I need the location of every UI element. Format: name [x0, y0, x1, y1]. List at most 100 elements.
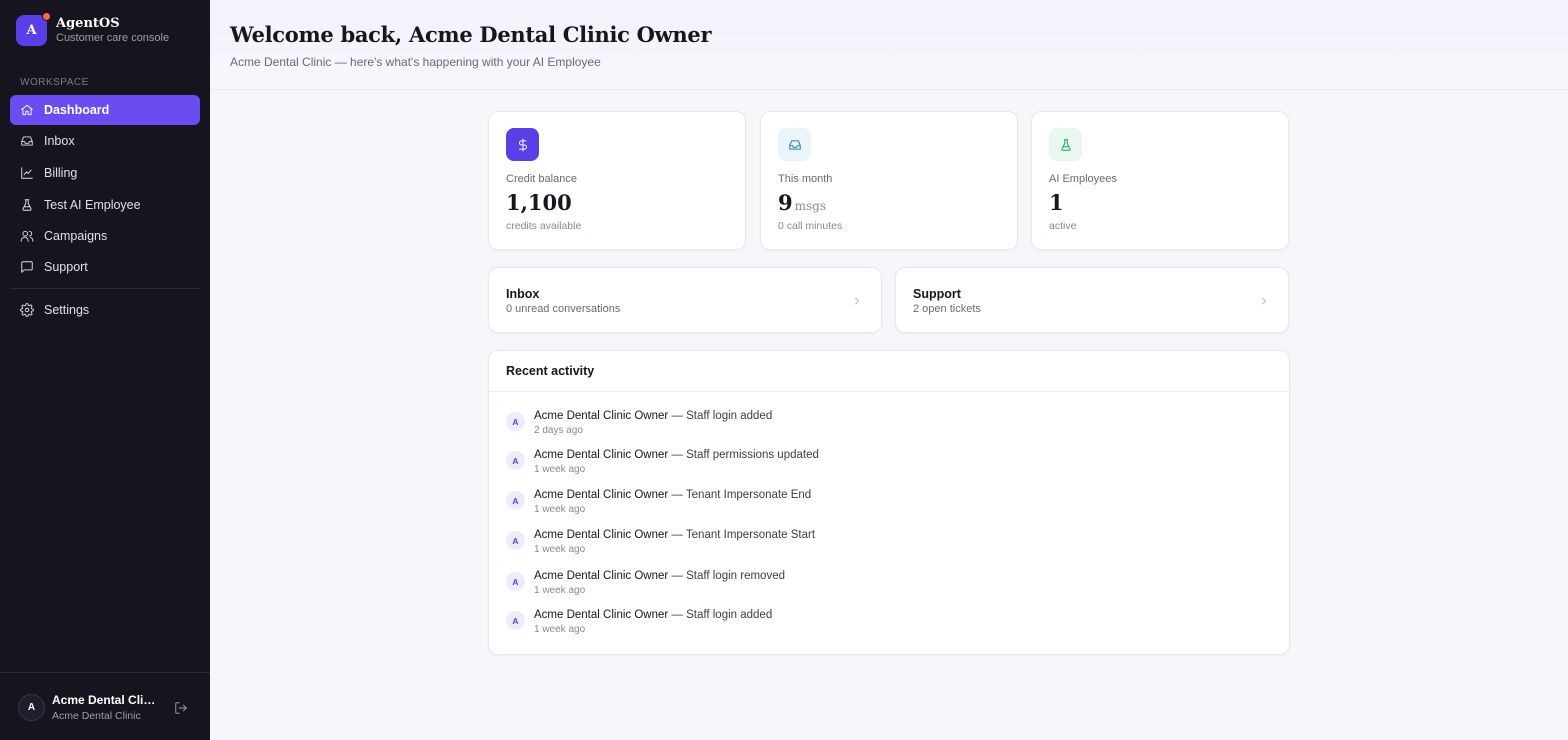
stat-label: Credit balance [506, 173, 577, 185]
stat-label: AI Employees [1049, 173, 1117, 185]
activity-action: — Staff login added [668, 609, 773, 621]
activity-avatar: A [506, 491, 525, 510]
stat-note: credits available [506, 220, 582, 232]
sidebar-item-label: Support [44, 260, 88, 274]
nav-divider [10, 288, 200, 289]
activity-row: A Acme Dental Clinic Owner — Tenant Impe… [506, 529, 1266, 561]
activity-avatar: A [506, 572, 525, 591]
user-org: Acme Dental Clinic [52, 710, 141, 722]
activity-actor: Acme Dental Clinic Owner [534, 570, 669, 582]
sidebar-item-label: Settings [44, 303, 90, 317]
activity-text: Acme Dental Clinic Owner — Tenant Impers… [534, 529, 815, 541]
activity-action: — Staff login removed [668, 570, 785, 582]
sidebar-item-billing[interactable]: Billing [10, 158, 200, 188]
messages-count: 9 [778, 190, 793, 215]
chevron-right-icon [851, 294, 863, 306]
chevron-right-icon [1258, 294, 1270, 306]
inbox-icon-badge [778, 128, 811, 161]
support-link-card[interactable]: Support 2 open tickets [895, 267, 1289, 333]
ai-employees-count: 1 [1049, 190, 1064, 215]
brand-subtitle: Customer care console [56, 32, 170, 44]
brand-logo: A [16, 12, 51, 46]
activity-avatar: A [506, 412, 525, 431]
activity-actor: Acme Dental Clinic Owner [534, 609, 669, 621]
ai-employees-card: AI Employees 1 active [1031, 111, 1289, 250]
sidebar-item-inbox[interactable]: Inbox [10, 126, 200, 156]
user-name: Acme Dental Clinic... [52, 693, 162, 707]
credit-balance-value: 1,100 [506, 190, 572, 215]
sidebar: A AgentOS Customer care console WORKSPAC… [0, 0, 210, 740]
activity-text: Acme Dental Clinic Owner — Staff login a… [534, 609, 772, 621]
activity-row: A Acme Dental Clinic Owner — Staff login… [506, 570, 1266, 602]
sidebar-item-campaigns[interactable]: Campaigns [10, 221, 200, 251]
brand-logo-letter: A [26, 23, 37, 38]
activity-time: 1 week ago [534, 624, 586, 635]
stat-value: 1,100 [506, 190, 572, 215]
workspace-section-label: WORKSPACE [20, 77, 89, 88]
activity-text: Acme Dental Clinic Owner — Tenant Impers… [534, 489, 811, 501]
sidebar-item-support[interactable]: Support [10, 252, 200, 282]
activity-time: 1 week ago [534, 464, 586, 475]
link-subtitle: 0 unread conversations [506, 303, 621, 315]
activity-row: A Acme Dental Clinic Owner — Staff login… [506, 410, 1266, 442]
activity-action: — Tenant Impersonate Start [668, 529, 816, 541]
brand[interactable]: A AgentOS Customer care console [16, 12, 170, 46]
inbox-link-card[interactable]: Inbox 0 unread conversations [488, 267, 882, 333]
activity-time: 1 week ago [534, 504, 586, 515]
link-subtitle: 2 open tickets [913, 303, 981, 315]
credit-balance-card: Credit balance 1,100 credits available [488, 111, 746, 250]
link-title: Inbox [506, 287, 540, 301]
recent-activity-card: Recent activity A Acme Dental Clinic Own… [488, 350, 1290, 655]
credit-icon-badge [506, 128, 539, 161]
stat-label: This month [778, 173, 833, 185]
page-header: Welcome back, Acme Dental Clinic Owner A… [210, 0, 1568, 90]
users-icon [20, 230, 34, 242]
user-profile: A Acme Dental Clinic... Acme Dental Clin… [0, 672, 210, 740]
link-title: Support [913, 287, 961, 301]
activity-row: A Acme Dental Clinic Owner — Tenant Impe… [506, 489, 1266, 521]
sidebar-item-label: Dashboard [44, 103, 110, 117]
activity-text: Acme Dental Clinic Owner — Staff login a… [534, 410, 772, 422]
logout-button[interactable] [174, 701, 188, 715]
brand-name: AgentOS [56, 16, 120, 31]
activity-action: — Tenant Impersonate End [668, 489, 812, 501]
flask-icon [22, 199, 32, 211]
activity-divider [489, 391, 1289, 392]
sidebar-item-settings[interactable]: Settings [10, 295, 200, 325]
notification-dot [42, 12, 51, 21]
activity-avatar: A [506, 531, 525, 550]
logout-icon [175, 702, 187, 714]
activity-time: 1 week ago [534, 544, 586, 555]
recent-activity-title: Recent activity [506, 364, 595, 378]
inbox-icon [788, 139, 801, 150]
message-square-icon [21, 261, 33, 273]
activity-action: — Staff login added [668, 410, 773, 422]
activity-avatar: A [506, 451, 525, 470]
sidebar-item-dashboard[interactable]: Dashboard [10, 95, 200, 125]
sidebar-item-label: Campaigns [44, 229, 108, 243]
stat-value: 1 [1049, 190, 1064, 215]
activity-time: 1 week ago [534, 585, 586, 596]
this-month-card: This month 9 msgs 0 call minutes [760, 111, 1018, 250]
sidebar-item-label: Billing [44, 166, 78, 180]
avatar[interactable]: A [18, 694, 45, 721]
flask-icon [1060, 138, 1071, 151]
activity-actor: Acme Dental Clinic Owner [534, 449, 669, 461]
activity-actor: Acme Dental Clinic Owner [534, 410, 669, 422]
activity-text: Acme Dental Clinic Owner — Staff permiss… [534, 449, 819, 461]
activity-row: A Acme Dental Clinic Owner — Staff login… [506, 609, 1266, 641]
activity-actor: Acme Dental Clinic Owner [534, 529, 669, 541]
stat-note: active [1049, 220, 1077, 232]
flask-icon-badge [1049, 128, 1082, 161]
chart-line-icon [21, 167, 33, 179]
messages-unit: msgs [794, 199, 827, 213]
activity-avatar: A [506, 611, 525, 630]
sidebar-item-test-ai-employee[interactable]: Test AI Employee [10, 190, 200, 220]
stat-value: 9 msgs [778, 190, 826, 215]
sidebar-item-label: Test AI Employee [44, 198, 141, 212]
activity-text: Acme Dental Clinic Owner — Staff login r… [534, 570, 785, 582]
dollar-icon [518, 138, 527, 151]
page-subtitle: Acme Dental Clinic — here's what's happe… [230, 55, 601, 69]
sidebar-item-label: Inbox [44, 134, 75, 148]
activity-row: A Acme Dental Clinic Owner — Staff permi… [506, 449, 1266, 481]
